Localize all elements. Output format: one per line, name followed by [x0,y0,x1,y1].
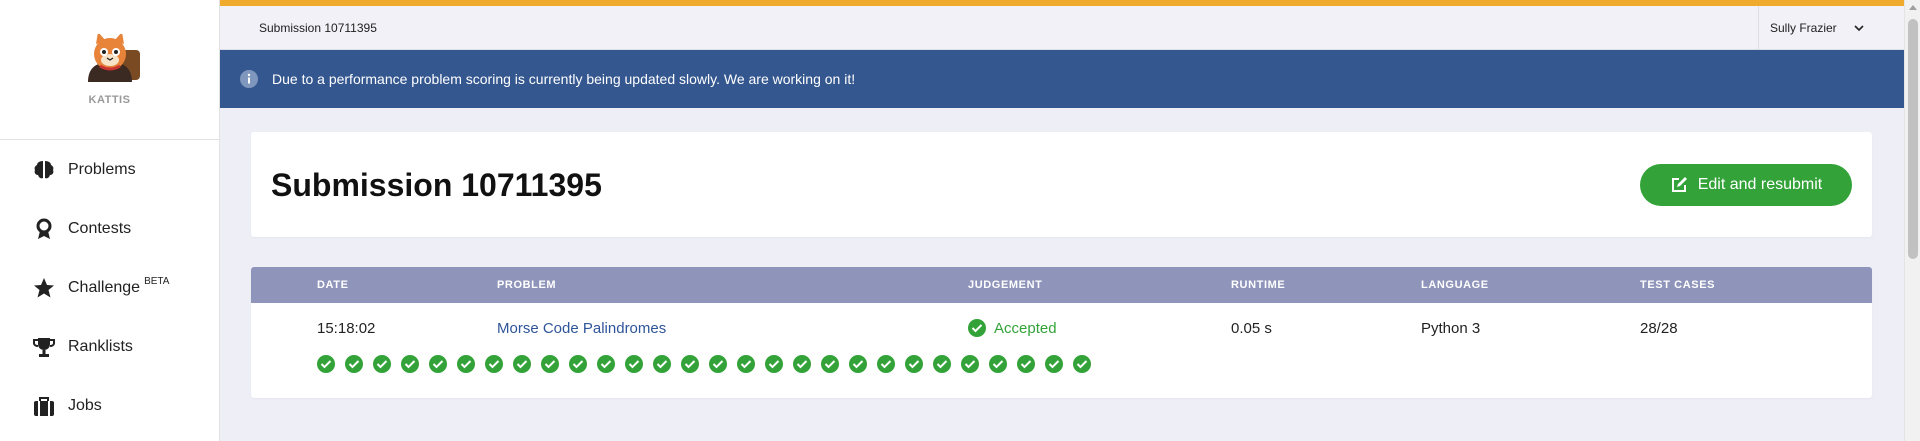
cell-test-cases: 28/28 [1640,320,1678,337]
test-case-passed-icon[interactable] [1073,355,1091,373]
test-case-passed-icon[interactable] [653,355,671,373]
test-case-passed-icon[interactable] [849,355,867,373]
sidebar-item-jobs[interactable]: Jobs [0,376,219,435]
submission-table: DATE PROBLEM JUDGEMENT RUNTIME LANGUAGE … [251,267,1872,398]
test-case-passed-icon[interactable] [905,355,923,373]
cell-language: Python 3 [1421,320,1481,337]
test-case-passed-icon[interactable] [317,355,335,373]
sidebar-nav: Problems Contests Challenge BETA Ranklis… [0,140,219,435]
test-case-passed-icon[interactable] [457,355,475,373]
test-case-passed-icon[interactable] [1045,355,1063,373]
test-case-passed-icon[interactable] [765,355,783,373]
scroll-thumb[interactable] [1908,19,1918,259]
test-case-passed-icon[interactable] [737,355,755,373]
problem-link[interactable]: Morse Code Palindromes [497,320,666,337]
sidebar-item-label: Jobs [68,396,102,414]
sidebar-item-label: Contests [68,219,132,237]
scroll-up-arrow-icon[interactable] [1909,5,1917,10]
test-case-passed-icon[interactable] [429,355,447,373]
test-case-passed-icon[interactable] [625,355,643,373]
test-case-passed-icon[interactable] [1017,355,1035,373]
check-circle-icon [968,319,986,337]
header-problem: PROBLEM [497,279,557,291]
test-case-passed-icon[interactable] [877,355,895,373]
test-case-passed-icon[interactable] [345,355,363,373]
test-case-passed-icon[interactable] [401,355,419,373]
top-bar: Submission 10711395 Sully Frazier [220,6,1904,50]
test-case-passed-icon[interactable] [821,355,839,373]
submission-header-card: Submission 10711395 Edit and resubmit [251,132,1872,237]
user-menu[interactable]: Sully Frazier [1758,6,1904,50]
test-case-passed-icon[interactable] [681,355,699,373]
sidebar-item-label: Ranklists [68,337,133,355]
cell-date: 15:18:02 [317,320,376,337]
test-case-passed-icon[interactable] [793,355,811,373]
test-case-passed-icon[interactable] [597,355,615,373]
logo-text: KATTIS [88,94,131,106]
test-case-passed-icon[interactable] [933,355,951,373]
info-icon [240,70,258,88]
test-case-passed-icon[interactable] [513,355,531,373]
brain-icon [34,160,54,178]
sidebar-item-problems[interactable]: Problems [0,140,219,199]
cell-runtime: 0.05 s [1231,320,1272,337]
edit-and-resubmit-label: Edit and resubmit [1697,176,1823,193]
trophy-icon [33,337,55,357]
breadcrumb: Submission 10711395 [259,21,377,35]
star-icon [34,277,54,297]
header-date: DATE [317,279,349,291]
edit-icon [1671,177,1687,192]
test-case-passed-icon[interactable] [709,355,727,373]
header-judgement: JUDGEMENT [968,279,1043,291]
edit-and-resubmit-button[interactable]: Edit and resubmit [1640,164,1852,206]
test-case-passed-icon[interactable] [569,355,587,373]
test-case-passed-icon[interactable] [541,355,559,373]
sidebar-item-ranklists[interactable]: Ranklists [0,317,219,376]
beta-badge: BETA [144,276,170,287]
sidebar-item-contests[interactable]: Contests [0,199,219,258]
award-icon [36,218,52,239]
test-case-passed-icon[interactable] [989,355,1007,373]
sidebar: KATTIS Problems Contests Challenge BETA [0,0,220,441]
logo[interactable]: KATTIS [0,0,219,140]
cell-judgement: Accepted [968,319,1057,337]
test-case-results [317,355,1091,373]
test-case-passed-icon[interactable] [485,355,503,373]
header-runtime: RUNTIME [1231,279,1286,291]
page-title: Submission 10711395 [271,167,602,203]
table-header: DATE PROBLEM JUDGEMENT RUNTIME LANGUAGE … [251,267,1872,303]
sidebar-item-challenge[interactable]: Challenge BETA [0,258,219,317]
sidebar-item-label: Challenge [68,278,141,296]
briefcase-icon [34,396,54,416]
chevron-down-icon [1854,25,1864,32]
info-banner: Due to a performance problem scoring is … [220,50,1904,108]
judgement-label: Accepted [994,319,1057,337]
kattis-cat-logo-icon [87,34,140,82]
test-case-passed-icon[interactable] [373,355,391,373]
banner-message: Due to a performance problem scoring is … [272,71,856,87]
header-language: LANGUAGE [1421,279,1489,291]
header-test-cases: TEST CASES [1640,279,1716,291]
sidebar-item-label: Problems [68,160,136,178]
user-name: Sully Frazier [1770,21,1837,35]
scrollbar[interactable] [1904,0,1920,441]
test-case-passed-icon[interactable] [961,355,979,373]
